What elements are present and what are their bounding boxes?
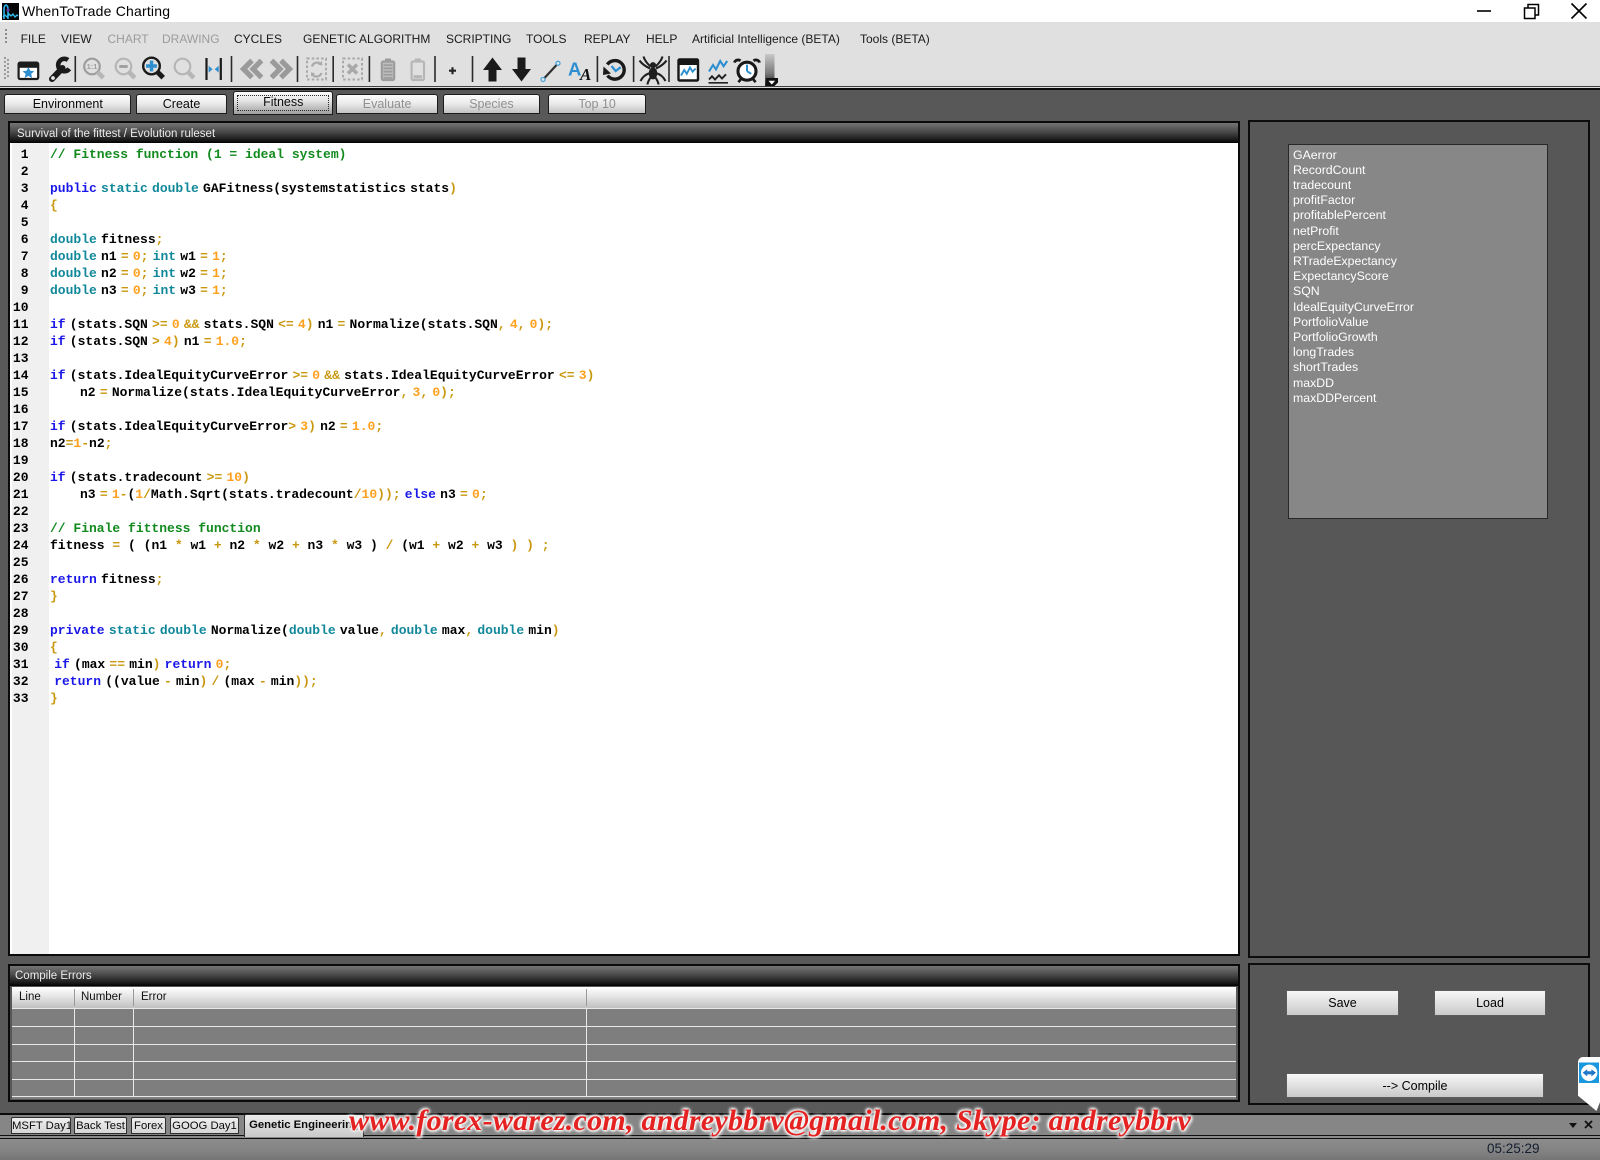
svg-text:A: A — [579, 65, 591, 84]
svg-text:1:1: 1:1 — [87, 62, 98, 71]
